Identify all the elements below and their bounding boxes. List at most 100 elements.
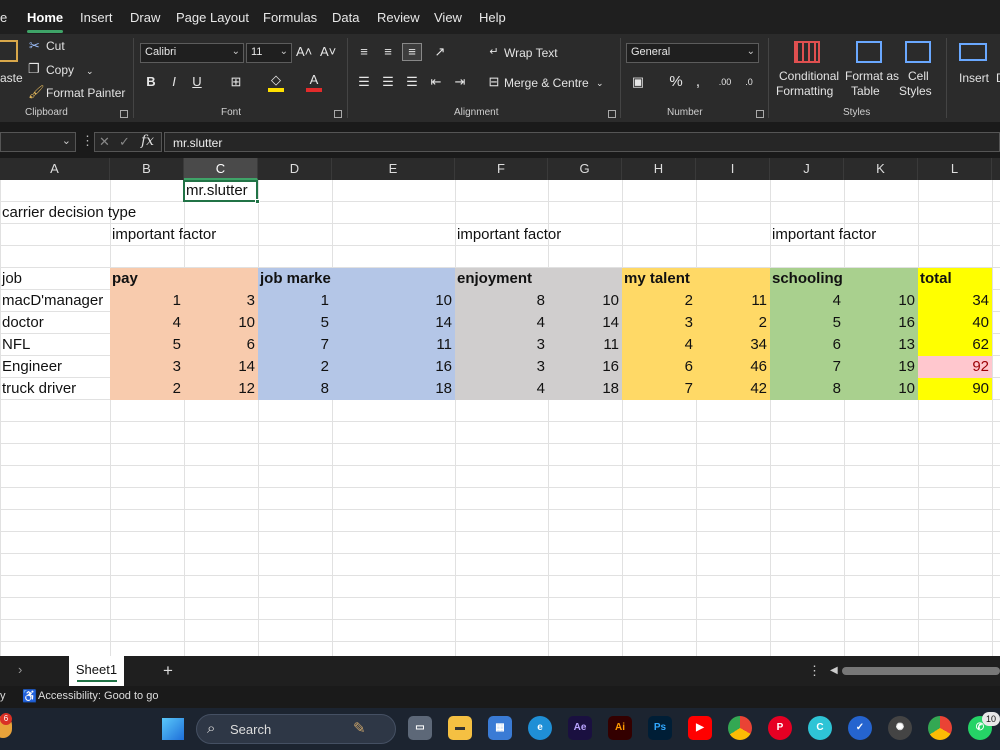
horizontal-scrollbar[interactable] (842, 667, 1000, 675)
cell-value[interactable]: 2 (622, 290, 696, 312)
cell-value[interactable]: 12 (184, 378, 258, 400)
orientation-icon[interactable]: ↗ (430, 44, 450, 60)
cell-value[interactable]: 16 (548, 356, 622, 378)
cell-value[interactable]: 7 (770, 356, 844, 378)
menu-view[interactable]: View (434, 10, 462, 25)
cell-value[interactable]: 16 (332, 356, 455, 378)
wrap-text-button[interactable]: Wrap Text (504, 46, 558, 60)
cell-value[interactable]: 2 (110, 378, 184, 400)
cell-job-name[interactable]: Engineer (0, 356, 110, 378)
cell-value[interactable]: 3 (110, 356, 184, 378)
cell-header-1[interactable]: job marke (258, 268, 332, 290)
cell-value[interactable]: 6 (770, 334, 844, 356)
cell-value[interactable]: 10 (844, 290, 918, 312)
menu-page-layout[interactable]: Page Layout (176, 10, 249, 25)
cell-value[interactable]: 16 (844, 312, 918, 334)
accessibility-status[interactable]: Accessibility: Good to go (38, 690, 158, 702)
cell-value[interactable]: 11 (548, 334, 622, 356)
cell-header-5[interactable]: total (918, 268, 992, 290)
column-header-i[interactable]: I (696, 158, 770, 180)
column-header-j[interactable]: J (770, 158, 844, 180)
todo-icon[interactable]: ✓ (848, 716, 872, 740)
cell-value[interactable]: 7 (622, 378, 696, 400)
add-sheet-button[interactable]: + (163, 661, 173, 681)
cell-value[interactable]: 4 (770, 290, 844, 312)
chrome-profile-icon[interactable] (928, 716, 952, 740)
cell-a2[interactable]: carrier decision type (0, 202, 136, 224)
align-right-icon[interactable]: ☰ (404, 74, 420, 90)
paste-button[interactable]: aste (0, 71, 23, 85)
decrease-font-icon[interactable]: A˅ (320, 44, 336, 60)
insert-function-button[interactable]: fx (141, 133, 154, 149)
menu-file[interactable]: e (0, 10, 7, 25)
edge-icon[interactable]: e (528, 716, 552, 740)
decrease-indent-icon[interactable]: ⇤ (428, 74, 444, 90)
cell-value[interactable]: 6 (184, 334, 258, 356)
clipboard-launcher-icon[interactable] (120, 110, 128, 118)
font-launcher-icon[interactable] (334, 110, 342, 118)
format-painter-button[interactable]: Format Painter (46, 86, 125, 100)
cell-value[interactable]: 4 (110, 312, 184, 334)
cell-value[interactable]: 1 (258, 290, 332, 312)
chevron-down-icon[interactable]: ⌄ (596, 75, 604, 91)
delete-button[interactable]: D (996, 71, 1000, 85)
formula-input[interactable]: mr.slutter (164, 132, 1000, 152)
cell-value[interactable]: 10 (844, 378, 918, 400)
worksheet-grid[interactable]: ABCDEFGHIJKL mr.slutter carrier decision … (0, 158, 1000, 656)
increase-indent-icon[interactable]: ⇥ (452, 74, 468, 90)
column-header-g[interactable]: G (548, 158, 622, 180)
conditional-formatting-label-2[interactable]: Formatting (776, 84, 833, 98)
underline-icon[interactable]: U (191, 74, 203, 90)
store-icon[interactable]: ▦ (488, 716, 512, 740)
borders-icon[interactable]: ⊞ (228, 74, 244, 90)
chevron-down-icon[interactable]: ⌄ (86, 63, 94, 79)
column-header-e[interactable]: E (332, 158, 455, 180)
insert-button[interactable]: Insert (959, 71, 989, 85)
column-header-l[interactable]: L (918, 158, 992, 180)
menu-home[interactable]: Home (27, 10, 63, 25)
more-options-icon[interactable]: ⋮ (808, 663, 821, 679)
scroll-left-icon[interactable]: ◀ (830, 665, 838, 676)
cell-job-name[interactable]: doctor (0, 312, 110, 334)
cell-value[interactable]: 18 (548, 378, 622, 400)
cell-value[interactable]: 14 (548, 312, 622, 334)
cell-header-3[interactable]: my talent (622, 268, 696, 290)
scroll-tabs-right-icon[interactable]: › (18, 662, 22, 677)
cell-value[interactable]: 42 (696, 378, 770, 400)
menu-formulas[interactable]: Formulas (263, 10, 317, 25)
align-left-icon[interactable]: ☰ (356, 74, 372, 90)
cell-value[interactable]: 5 (110, 334, 184, 356)
cell-value[interactable]: 11 (696, 290, 770, 312)
fill-handle[interactable] (255, 199, 260, 204)
cell-value[interactable]: 8 (258, 378, 332, 400)
menu-data[interactable]: Data (332, 10, 359, 25)
comma-icon[interactable]: , (692, 74, 704, 90)
format-as-table-label-1[interactable]: Format as (845, 69, 899, 83)
cancel-icon[interactable]: ✕ (99, 134, 110, 150)
bold-icon[interactable]: B (145, 74, 157, 90)
paste-icon[interactable] (0, 40, 18, 62)
column-header-b[interactable]: B (110, 158, 184, 180)
column-header-h[interactable]: H (622, 158, 696, 180)
photoshop-icon[interactable]: Ps (648, 716, 672, 740)
align-bottom-icon[interactable]: ≡ (402, 43, 422, 61)
number-launcher-icon[interactable] (756, 110, 764, 118)
cell-value[interactable]: 14 (184, 356, 258, 378)
column-header-d[interactable]: D (258, 158, 332, 180)
cell-value[interactable]: 4 (622, 334, 696, 356)
cell-value[interactable]: 6 (622, 356, 696, 378)
cell-styles-label-2[interactable]: Styles (899, 84, 932, 98)
column-header-a[interactable]: A (0, 158, 110, 180)
currency-icon[interactable]: ▣ (630, 74, 646, 90)
cell-value[interactable]: 34 (918, 290, 992, 312)
font-size-select[interactable]: 11 ⌄ (246, 43, 292, 63)
cell-value[interactable]: 62 (918, 334, 992, 356)
more-options-icon[interactable]: ⋮ (81, 133, 94, 149)
increase-font-icon[interactable]: A˄ (296, 44, 312, 60)
enter-icon[interactable]: ✓ (119, 134, 130, 150)
cut-button[interactable]: Cut (46, 39, 65, 53)
menu-help[interactable]: Help (479, 10, 506, 25)
percent-icon[interactable]: % (668, 74, 684, 90)
cell-value[interactable]: 10 (184, 312, 258, 334)
column-header-c[interactable]: C (184, 158, 258, 180)
